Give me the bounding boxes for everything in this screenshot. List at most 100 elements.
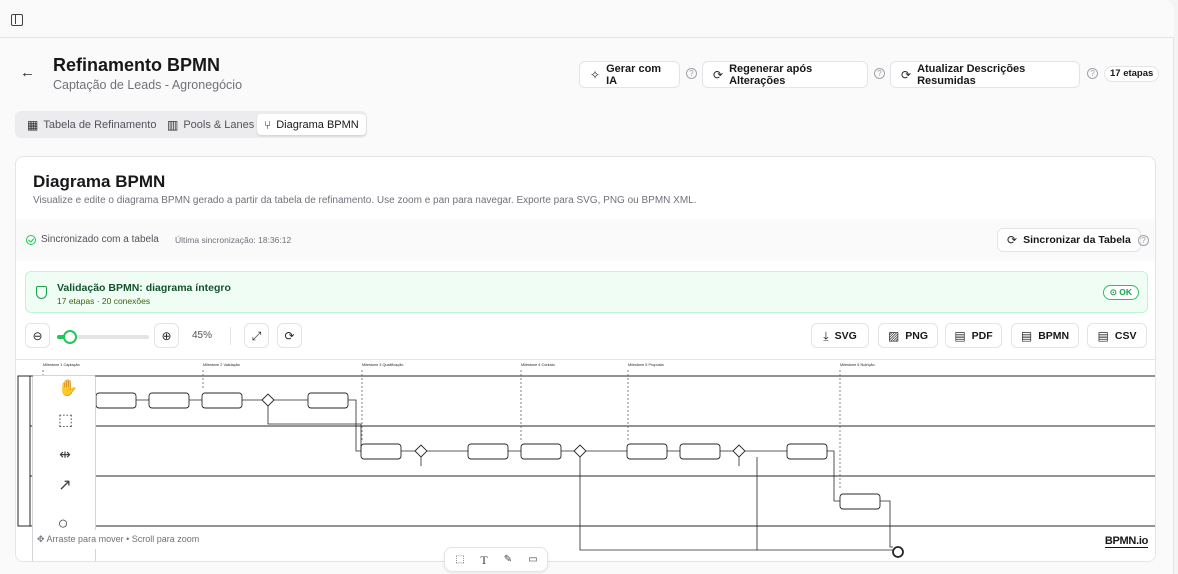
help-icon[interactable]: ? <box>1087 68 1098 79</box>
export-svg-button[interactable]: ⤓ SVG <box>811 323 869 348</box>
ok-label: OK <box>1119 287 1132 297</box>
tab-label: Diagrama BPMN <box>276 118 359 131</box>
pen-tool-icon[interactable]: ✎ <box>501 553 515 567</box>
download-icon: ⤓ <box>823 328 829 343</box>
bpmn-task[interactable] <box>95 392 137 409</box>
select-tool-icon[interactable]: ⬚ <box>453 553 467 567</box>
check-circle-icon <box>26 234 36 245</box>
page-subtitle: Captação de Leads - Agronegócio <box>53 78 243 92</box>
tab-pools-lanes[interactable]: ▥ Pools & Lanes <box>160 114 261 135</box>
card-title: Diagrama BPMN <box>33 172 166 191</box>
app-shell: ← Refinamento BPMN Captação de Leads - A… <box>0 0 1174 574</box>
back-arrow-icon[interactable]: ← <box>20 64 38 82</box>
sidebar-toggle-icon[interactable] <box>11 14 23 26</box>
bpmn-task[interactable] <box>520 443 562 460</box>
milestone-labels: Milestone 1 Captação Milestone 2 Validaç… <box>43 363 875 367</box>
bpmn-canvas[interactable]: Milestone 1 Captação Milestone 2 Validaç… <box>16 359 1155 561</box>
milestone-label: Milestone 1 Captação <box>43 363 80 367</box>
start-event-icon[interactable]: ○ <box>56 514 70 532</box>
refresh-icon: ⟳ <box>901 67 912 82</box>
regenerate-button[interactable]: ⟳ Regenerar após Alterações <box>702 61 868 88</box>
bpmn-task[interactable] <box>201 392 243 409</box>
bpmn-gateway[interactable] <box>414 444 428 458</box>
validation-detail: 17 etapas · 20 conexões <box>57 296 151 306</box>
generate-ai-button[interactable]: ✧ Gerar com IA <box>579 61 680 88</box>
tab-label: Tabela de Refinamento <box>43 118 157 131</box>
update-descriptions-label: Atualizar Descrições Resumidas <box>917 62 1026 87</box>
bpmn-io-logo[interactable]: BPMN.io <box>1104 535 1148 548</box>
update-descriptions-button[interactable]: ⟳ Atualizar Descrições Resumidas <box>890 61 1080 88</box>
milestone-label: Milestone 4 Contato <box>521 363 555 367</box>
bpmn-task[interactable] <box>307 392 349 409</box>
top-bar <box>0 0 1174 38</box>
comment-tool-icon[interactable]: ▭ <box>526 553 540 567</box>
milestone-label: Milestone 3 Qualificação <box>362 363 403 367</box>
zoom-slider-handle[interactable] <box>63 330 78 344</box>
zoom-slider[interactable] <box>57 330 149 344</box>
file-code-icon: ▤ <box>1020 328 1033 343</box>
export-png-button[interactable]: ▨ PNG <box>878 323 938 348</box>
reset-view-button[interactable]: ⟳ <box>277 323 302 348</box>
sync-from-table-button[interactable]: ⟳ Sincronizar da Tabela <box>997 228 1141 252</box>
file-spreadsheet-icon: ▤ <box>1097 328 1109 343</box>
export-pdf-button[interactable]: ▤ PDF <box>945 323 1002 348</box>
bpmn-task[interactable] <box>360 443 402 460</box>
bpmn-task[interactable] <box>786 443 828 460</box>
maximize-icon: ⤢ <box>251 328 262 343</box>
bpmn-gateway[interactable] <box>573 444 587 458</box>
pan-zoom-hint: ✥ Arraste para mover • Scroll para zoom <box>33 530 204 549</box>
text-tool-icon[interactable]: T <box>477 553 491 567</box>
refresh-icon: ⟳ <box>284 328 295 343</box>
connect-tool-icon[interactable]: ↗ <box>58 478 72 494</box>
validation-banner: Validação BPMN: diagrama íntegro 17 etap… <box>25 271 1148 313</box>
bpmn-task[interactable] <box>626 443 668 460</box>
page-title: Refinamento BPMN <box>53 55 221 75</box>
bpmn-task[interactable] <box>839 493 881 510</box>
divider <box>230 327 231 345</box>
tab-refinement-table[interactable]: ▦ Tabela de Refinamento <box>20 114 163 135</box>
validation-ok-badge: ⊙ OK <box>1102 285 1139 300</box>
zoom-in-button[interactable]: ⊕ <box>154 323 179 348</box>
lasso-tool-icon[interactable]: ⬚ <box>58 413 73 429</box>
table-icon: ▦ <box>27 117 39 132</box>
generate-ai-label: Gerar com IA <box>606 62 662 87</box>
floating-toolbar: ⬚ T ✎ ▭ <box>444 547 548 572</box>
regenerate-label: Regenerar após Alterações <box>729 62 813 87</box>
help-icon[interactable]: ? <box>686 68 697 79</box>
export-label: SVG <box>834 329 857 342</box>
export-label: PDF <box>971 329 993 342</box>
zoom-out-icon: ⊖ <box>32 328 43 343</box>
refresh-icon: ⟳ <box>1007 233 1018 247</box>
fit-screen-button[interactable]: ⤢ <box>244 323 269 348</box>
tab-bar: ▦ Tabela de Refinamento ▥ Pools & Lanes … <box>15 111 367 138</box>
tab-label: Pools & Lanes <box>183 118 255 131</box>
bpmn-end-event[interactable] <box>892 546 904 558</box>
refresh-icon: ⟳ <box>713 67 724 82</box>
tab-bpmn-diagram[interactable]: ⑂ Diagrama BPMN <box>257 114 366 135</box>
export-bpmn-button[interactable]: ▤ BPMN <box>1011 323 1079 348</box>
help-icon[interactable]: ? <box>1138 235 1149 246</box>
milestone-label: Milestone 5 Proposta <box>628 363 665 367</box>
zoom-level: 45% <box>192 330 213 341</box>
export-label: CSV <box>1114 329 1137 342</box>
bpmn-gateway[interactable] <box>261 393 275 407</box>
zoom-in-icon: ⊕ <box>161 328 172 343</box>
validation-title: Validação BPMN: diagrama íntegro <box>57 282 231 294</box>
bpmn-task[interactable] <box>679 443 721 460</box>
card-description: Visualize e edite o diagrama BPMN gerado… <box>33 195 697 206</box>
zoom-out-button[interactable]: ⊖ <box>25 323 50 348</box>
building-icon: ▥ <box>167 117 179 132</box>
bpmn-gateway[interactable] <box>732 444 746 458</box>
last-sync-text: Última sincronização: 18:36:12 <box>175 235 292 245</box>
bpmn-task[interactable] <box>148 392 190 409</box>
steps-badge: 17 etapas <box>1104 66 1160 82</box>
diagram-card: Diagrama BPMN Visualize e edite o diagra… <box>15 156 1156 562</box>
help-icon[interactable]: ? <box>874 68 885 79</box>
export-label: PNG <box>905 329 929 342</box>
hand-tool-icon[interactable]: ✋ <box>58 381 78 397</box>
sync-button-label: Sincronizar da Tabela <box>1023 234 1131 246</box>
export-csv-button[interactable]: ▤ CSV <box>1087 323 1147 348</box>
bpmn-task[interactable] <box>467 443 509 460</box>
space-tool-icon[interactable]: ⇹ <box>58 447 72 461</box>
git-branch-icon: ⑂ <box>264 117 272 132</box>
